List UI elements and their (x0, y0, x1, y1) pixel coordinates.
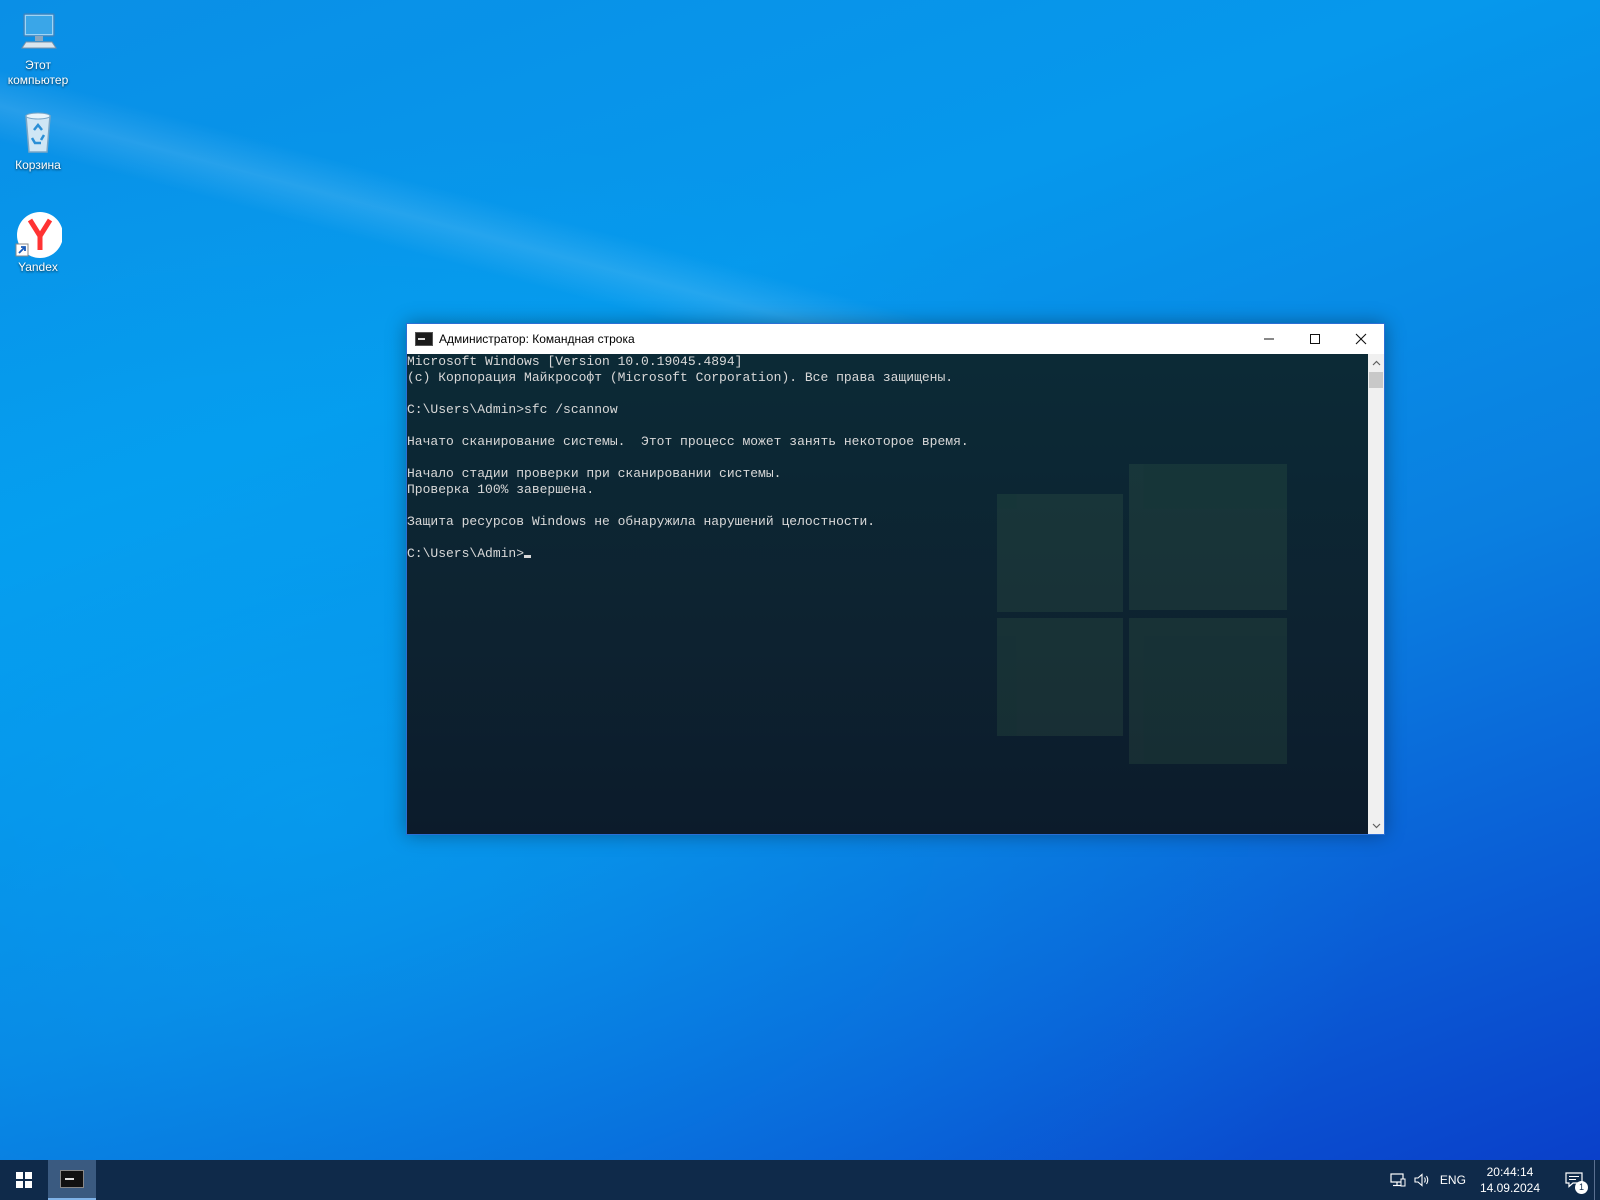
clock-time: 20:44:14 (1486, 1165, 1534, 1179)
desktop-icon-label: Корзина (15, 158, 61, 172)
maximize-icon (1310, 334, 1320, 344)
console-line: Начало стадии проверки при сканировании … (407, 466, 782, 481)
taskbar: ENG 20:44:14 14.09.2024 1 (0, 1160, 1600, 1200)
text-cursor (524, 555, 532, 558)
desktop-icon-this-pc[interactable]: Этот компьютер (0, 8, 76, 88)
console-line: Защита ресурсов Windows не обнаружила на… (407, 514, 876, 529)
windows-logo-icon (16, 1172, 32, 1188)
minimize-button[interactable] (1246, 324, 1292, 354)
clock-date: 14.09.2024 (1479, 1181, 1540, 1195)
yandex-browser-icon (14, 210, 63, 258)
window-title: Администратор: Командная строка (439, 332, 635, 346)
desktop-icon-label: компьютер (7, 73, 69, 87)
show-desktop-button[interactable] (1594, 1160, 1600, 1200)
console-line: (c) Корпорация Майкрософт (Microsoft Cor… (407, 370, 954, 385)
start-button[interactable] (0, 1160, 48, 1200)
console-line: Microsoft Windows [Version 10.0.19045.48… (407, 354, 743, 369)
notification-count-badge: 1 (1575, 1181, 1588, 1194)
desktop-icon-label: Yandex (18, 260, 58, 274)
system-tray: ENG 20:44:14 14.09.2024 1 (1386, 1160, 1600, 1200)
maximize-button[interactable] (1292, 324, 1338, 354)
console-line: Проверка 100% завершена. (407, 482, 595, 497)
window-controls (1246, 324, 1384, 354)
minimize-icon (1264, 338, 1274, 340)
console-line: C:\Users\Admin>sfc /scannow (407, 402, 618, 417)
scroll-down-button[interactable] (1368, 817, 1384, 834)
chevron-down-icon (1372, 823, 1380, 828)
computer-icon (14, 8, 62, 56)
console-line: Начато сканирование системы. Этот процес… (407, 434, 969, 449)
desktop-icon-yandex[interactable]: Yandex (0, 210, 76, 275)
vertical-scrollbar[interactable] (1368, 354, 1384, 834)
desktop-icon-recycle-bin[interactable]: Корзина (0, 108, 76, 173)
network-icon[interactable] (1386, 1160, 1410, 1200)
cmd-icon (415, 332, 433, 346)
console-prompt: C:\Users\Admin> (407, 546, 525, 561)
close-button[interactable] (1338, 324, 1384, 354)
scroll-thumb[interactable] (1369, 372, 1383, 388)
desktop-icon-label: Этот (25, 58, 51, 72)
clock[interactable]: 20:44:14 14.09.2024 (1480, 1164, 1540, 1196)
cmd-icon (60, 1170, 84, 1188)
recycle-bin-icon (14, 108, 62, 156)
window-titlebar[interactable]: Администратор: Командная строка (407, 324, 1384, 354)
taskbar-cmd-button[interactable] (48, 1160, 96, 1200)
volume-icon[interactable] (1410, 1160, 1434, 1200)
console-text: Microsoft Windows [Version 10.0.19045.48… (407, 354, 969, 562)
chevron-up-icon (1372, 360, 1380, 365)
close-icon (1355, 333, 1367, 345)
action-center-button[interactable]: 1 (1554, 1160, 1594, 1200)
cmd-window[interactable]: Администратор: Командная строка Microsof… (406, 323, 1385, 835)
input-language-indicator[interactable]: ENG (1440, 1173, 1466, 1187)
console-output[interactable]: Microsoft Windows [Version 10.0.19045.48… (407, 354, 1368, 834)
desktop: Этот компьютер Корзина Yandex Администра… (0, 0, 1600, 1160)
windows-logo-reflection (997, 464, 1287, 764)
scroll-up-button[interactable] (1368, 354, 1384, 371)
